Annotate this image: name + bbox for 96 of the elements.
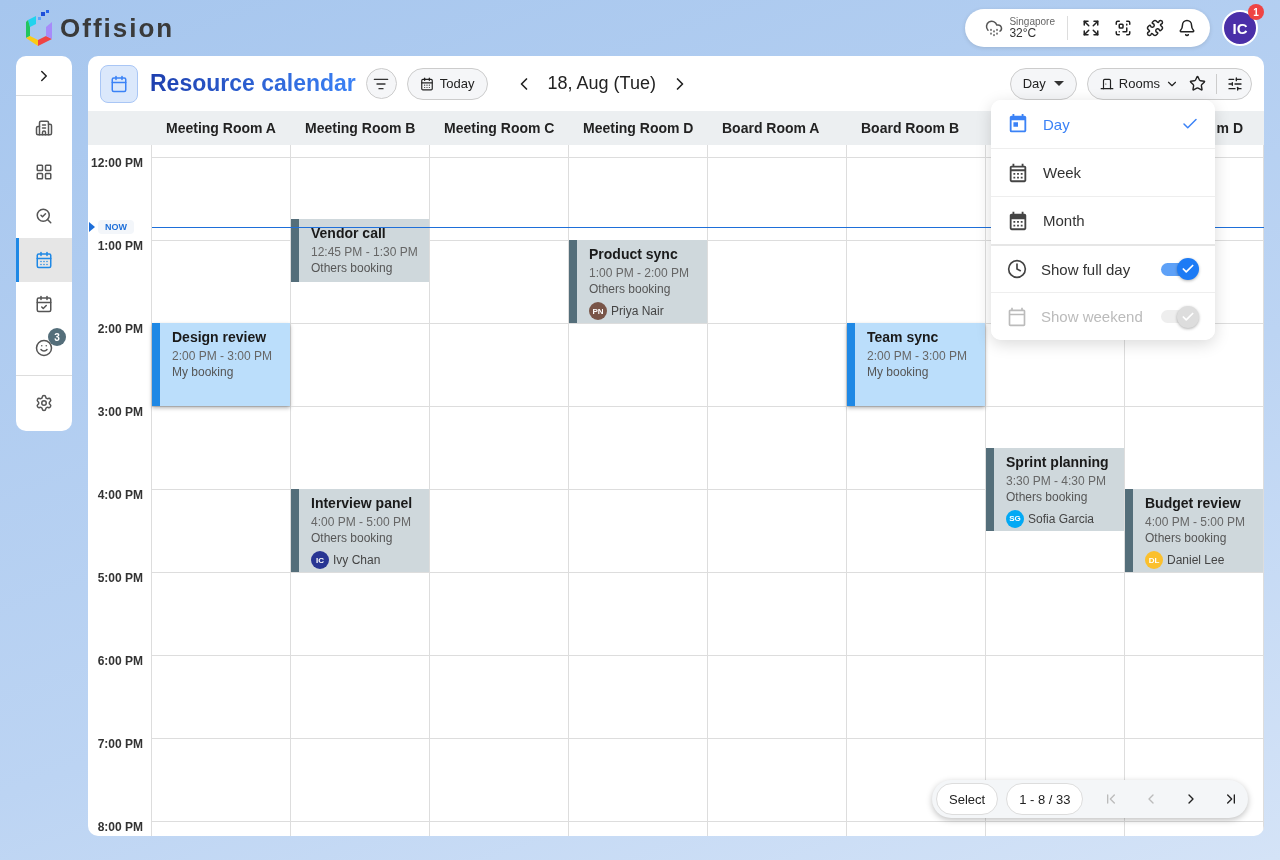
face-icon xyxy=(35,339,53,357)
event-status: Others booking xyxy=(311,531,394,545)
time-label: 4:00 PM xyxy=(97,488,143,502)
room-name: Meeting Room B xyxy=(305,120,416,136)
event-title: Design review xyxy=(172,329,268,345)
time-label: 1:00 PM xyxy=(97,239,143,253)
select-button[interactable]: Select xyxy=(936,783,999,815)
event-time: 2:00 PM - 3:00 PM xyxy=(867,349,969,363)
room-name: Meeting Room C xyxy=(444,120,555,136)
person-name: Daniel Lee xyxy=(1167,553,1225,567)
sliders-icon[interactable] xyxy=(1227,75,1243,92)
time-label: 5:00 PM xyxy=(97,571,143,585)
person-avatar: DL xyxy=(1145,551,1163,569)
layout-icon xyxy=(35,163,53,181)
event-title: Vendor call xyxy=(311,225,387,242)
event-status: Others booking xyxy=(589,282,672,296)
cloud-rain-icon xyxy=(985,19,1004,37)
person-name: Ivy Chan xyxy=(333,553,381,567)
rooms-select[interactable]: Rooms xyxy=(1099,76,1179,91)
notification-icon[interactable] xyxy=(1178,19,1196,37)
search-icon xyxy=(35,207,53,225)
event-card[interactable]: Product sync 1:00 PM - 2:00 PM Others booking PN Priya Nair xyxy=(569,240,707,323)
calendar-icon xyxy=(110,74,128,93)
app-name: Offision xyxy=(60,12,175,44)
menu-item[interactable]: Week xyxy=(991,148,1215,196)
event-card[interactable]: Budget review 4:00 PM - 5:00 PM Others booking DL Daniel Lee xyxy=(1125,489,1263,572)
door-icon xyxy=(1099,76,1114,91)
event-status: My booking xyxy=(867,365,930,379)
puzzle-icon[interactable] xyxy=(1146,19,1164,37)
event-time: 1:00 PM - 2:00 PM xyxy=(589,266,691,280)
event-title: Sprint planning xyxy=(1006,453,1110,470)
page-range[interactable]: 1 - 8 / 33 xyxy=(1006,783,1084,815)
today-button[interactable]: Today xyxy=(406,67,488,100)
caret-icon xyxy=(1053,81,1064,86)
menu-item[interactable]: Show full day xyxy=(991,244,1215,292)
calendar-icon xyxy=(1007,209,1029,232)
calendar-icon xyxy=(1007,113,1029,135)
fullscreen-icon[interactable] xyxy=(1082,19,1100,37)
calendar-icon xyxy=(1007,306,1027,327)
event-time: 4:00 PM - 5:00 PM xyxy=(311,515,413,529)
event-card[interactable]: Team sync 2:00 PM - 3:00 PM My booking xyxy=(847,323,985,406)
event-card[interactable]: Sprint planning 3:30 PM - 4:30 PM Others booking SG Sofia Garcia xyxy=(986,447,1124,531)
event-time: 2:00 PM - 3:00 PM xyxy=(172,349,274,363)
sidebar-item[interactable]: 3 xyxy=(16,326,72,370)
check-icon xyxy=(1181,262,1195,276)
room-name: Meeting Room D xyxy=(583,120,694,136)
room-name: Board Room B xyxy=(861,120,959,136)
menu-item[interactable]: Day xyxy=(991,100,1215,148)
time-label: 3:00 PM xyxy=(97,405,143,419)
time-label: 6:00 PM xyxy=(97,654,143,668)
clock-icon xyxy=(1007,259,1027,279)
current-date: 18, Aug (Tue) xyxy=(547,73,656,94)
person-avatar: PN xyxy=(589,302,607,320)
toggle-switch[interactable] xyxy=(1161,258,1199,280)
count-badge: 3 xyxy=(48,328,66,346)
event-title: Team sync xyxy=(867,329,940,345)
event-status: Others booking xyxy=(1006,489,1089,504)
person-name: Sofia Garcia xyxy=(1028,511,1095,526)
star-icon[interactable] xyxy=(1189,75,1206,92)
room-name: m D xyxy=(1216,120,1243,136)
event-card[interactable]: Interview panel 4:00 PM - 5:00 PM Others booking IC Ivy Chan xyxy=(291,489,429,572)
person-avatar: SG xyxy=(1006,509,1024,528)
calendar-icon xyxy=(35,295,53,313)
now-label: NOW xyxy=(98,220,134,234)
now-marker-icon xyxy=(89,222,95,232)
menu-item[interactable]: Month xyxy=(991,196,1215,244)
filter-button[interactable] xyxy=(365,68,397,99)
view-select[interactable]: Day xyxy=(1009,67,1077,100)
calendar-icon xyxy=(35,251,53,269)
event-title: Interview panel xyxy=(311,495,414,511)
event-title: Product sync xyxy=(589,246,679,262)
time-label: 2:00 PM xyxy=(97,322,143,336)
room-name: Meeting Room A xyxy=(166,120,276,136)
calendar-icon xyxy=(419,76,434,91)
weather-temperature: 32°C xyxy=(1009,26,1037,41)
event-time: 12:45 PM - 1:30 PM xyxy=(311,245,419,260)
weather-city: Singapore xyxy=(1009,15,1055,27)
building-icon xyxy=(35,119,53,137)
time-label: 12:00 PM xyxy=(90,156,143,170)
event-card[interactable]: Design review 2:00 PM - 3:00 PM My booking xyxy=(152,323,290,406)
person-name: Priya Nair xyxy=(611,304,664,318)
room-name: Board Room A xyxy=(722,120,820,136)
event-time: 4:00 PM - 5:00 PM xyxy=(1145,515,1247,529)
calendar-icon xyxy=(1007,161,1029,184)
event-status: Others booking xyxy=(1145,531,1228,545)
event-status: My booking xyxy=(172,365,235,379)
qr-code-icon[interactable] xyxy=(1114,19,1132,37)
settings-icon xyxy=(35,394,53,412)
time-label: 7:00 PM xyxy=(97,737,143,751)
notification-badge: 1 xyxy=(1248,4,1264,20)
event-time: 3:30 PM - 4:30 PM xyxy=(1006,473,1108,488)
time-label: 8:00 PM xyxy=(97,820,143,834)
person-avatar: IC xyxy=(311,551,329,569)
event-title: Budget review xyxy=(1145,495,1242,511)
event-card[interactable]: Vendor call 12:45 PM - 1:30 PM Others booking xyxy=(291,219,429,282)
event-status: Others booking xyxy=(311,261,394,276)
